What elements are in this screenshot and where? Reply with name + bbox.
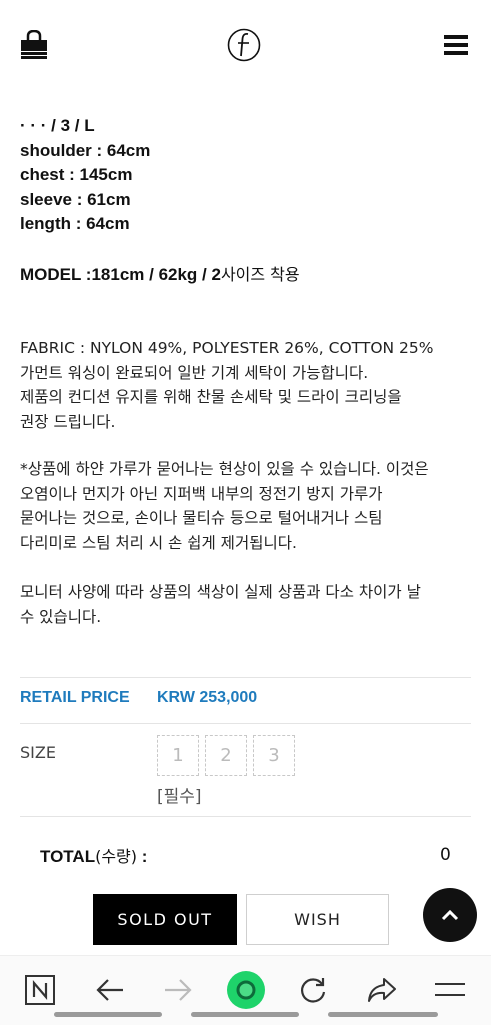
shopping-bag-icon[interactable] xyxy=(20,29,48,60)
menu-icon[interactable] xyxy=(430,970,470,1010)
desc-line: *상품에 하얀 가루가 묻어나는 현상이 있을 수 있습니다. 이것은 xyxy=(20,460,429,478)
share-icon[interactable] xyxy=(362,970,402,1010)
powder-note: *상품에 하얀 가루가 묻어나는 현상이 있을 수 있습니다. 이것은 오염이나… xyxy=(20,457,470,555)
desc-line: 다리미로 스팀 처리 시 손 쉽게 제거됩니다. xyxy=(20,533,297,552)
size-option-3[interactable]: 3 xyxy=(253,735,295,776)
model-info-prefix: MODEL :181cm / 62kg / 2 xyxy=(20,265,221,284)
monitor-note: 모니터 사양에 따라 상품의 색상이 실제 상품과 다소 차이가 날 수 있습니… xyxy=(20,580,470,629)
model-info-suffix: 사이즈 착용 xyxy=(220,265,300,284)
naver-n-icon[interactable] xyxy=(20,970,60,1010)
hamburger-menu-icon[interactable] xyxy=(444,34,468,56)
retail-price-label: RETAIL PRICE xyxy=(20,689,130,706)
divider xyxy=(20,723,471,724)
desc-line: 권장 드립니다. xyxy=(20,412,116,431)
size-spec-list: · · · / 3 / L shoulder : 64cm chest : 14… xyxy=(20,114,150,237)
spec-sleeve: sleeve : 61cm xyxy=(20,189,131,209)
retail-price-value: KRW 253,000 xyxy=(157,689,258,706)
model-info: MODEL :181cm / 62kg / 2사이즈 착용 xyxy=(20,261,300,285)
total-label-en: TOTAL xyxy=(40,847,96,866)
desc-line: 묻어나는 것으로, 손이나 물티슈 등으로 털어내거나 스팀 xyxy=(20,509,383,527)
desc-line: 수 있습니다. xyxy=(20,607,102,626)
divider xyxy=(20,816,471,817)
spec-shoulder: shoulder : 64cm xyxy=(20,140,151,160)
divider xyxy=(20,677,471,678)
green-dot-icon[interactable] xyxy=(226,970,266,1010)
desc-line: FABRIC : NYLON 49%, POLYESTER 26%, COTTO… xyxy=(20,339,434,357)
tab-indicator xyxy=(54,1012,162,1017)
tab-indicator xyxy=(328,1012,438,1017)
desc-line: 제품의 컨디션 유지를 위해 찬물 손세탁 및 드라이 크리닝을 xyxy=(20,388,402,406)
forward-arrow-icon[interactable] xyxy=(158,970,198,1010)
brand-logo[interactable] xyxy=(227,28,261,62)
size-option-1[interactable]: 1 xyxy=(157,735,199,776)
size-option-2[interactable]: 2 xyxy=(205,735,247,776)
required-note: [필수] xyxy=(157,787,202,807)
desc-line: 가먼트 워싱이 완료되어 일반 기계 세탁이 가능합니다. xyxy=(20,363,369,382)
browser-toolbar xyxy=(0,955,491,1025)
chevron-up-icon xyxy=(441,909,459,921)
total-label: TOTAL(수량) : xyxy=(40,843,147,867)
fabric-description: FABRIC : NYLON 49%, POLYESTER 26%, COTTO… xyxy=(20,336,470,434)
refresh-icon[interactable] xyxy=(293,970,333,1010)
desc-line: 모니터 사양에 따라 상품의 색상이 실제 상품과 다소 차이가 날 xyxy=(20,583,421,601)
header xyxy=(0,0,491,92)
spec-line: · · · / 3 / L xyxy=(20,116,95,135)
back-arrow-icon[interactable] xyxy=(90,970,130,1010)
sold-out-button[interactable]: SOLD OUT xyxy=(93,894,237,945)
spec-length: length : 64cm xyxy=(20,214,130,233)
desc-line: 오염이나 먼지가 아닌 지퍼백 내부의 정전기 방지 가루가 xyxy=(20,484,383,503)
size-label: SIZE xyxy=(20,743,56,762)
wish-button[interactable]: WISH xyxy=(246,894,389,945)
tab-indicator xyxy=(191,1012,299,1017)
total-quantity-value: 0 xyxy=(440,845,451,865)
scroll-top-button[interactable] xyxy=(423,888,477,942)
spec-chest: chest : 145cm xyxy=(20,165,133,184)
total-label-colon: : xyxy=(137,847,148,866)
total-label-ko: (수량) xyxy=(95,847,138,866)
